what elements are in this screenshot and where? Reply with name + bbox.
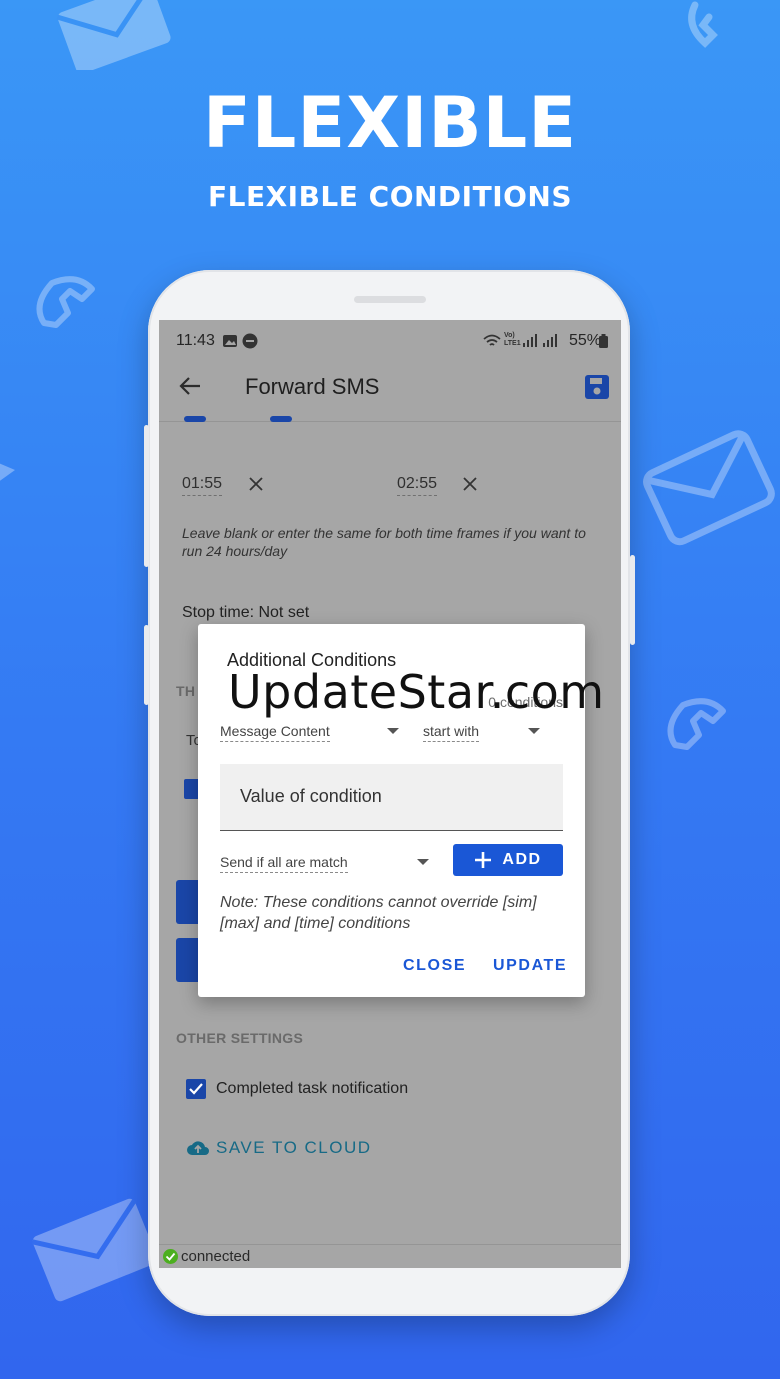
connection-status: connected: [181, 1248, 251, 1265]
phone-side-button: [630, 555, 635, 645]
section-label-partial: TH: [176, 683, 196, 699]
connected-check-icon: [163, 1249, 178, 1264]
update-button[interactable]: UPDATE: [493, 957, 567, 975]
clear-end-time-icon[interactable]: [463, 477, 477, 491]
time-hint: Leave blank or enter the same for both t…: [182, 525, 586, 559]
footer-divider: [159, 1244, 621, 1245]
volte-label: Vo) LTE1: [504, 332, 521, 347]
battery-percent: 55%: [568, 332, 601, 349]
appbar-divider: [159, 421, 621, 422]
status-time: 11:43: [176, 332, 215, 349]
condition-operator-dropdown[interactable]: start with: [423, 723, 480, 742]
phone-side-button: [144, 625, 149, 705]
wifi-icon: [483, 334, 501, 346]
envelope-icon: [643, 430, 775, 546]
chevron-down-icon[interactable]: [387, 728, 399, 734]
clear-start-time-icon[interactable]: [249, 477, 263, 491]
stop-time-field[interactable]: Stop time: Not set: [182, 604, 309, 622]
condition-value-placeholder: Value of condition: [240, 786, 382, 806]
signal-icon: [523, 334, 557, 347]
checkbox-partial[interactable]: [184, 416, 206, 422]
chevron-down-icon[interactable]: [417, 859, 429, 865]
phone-icon: [688, 1, 718, 48]
envelope-icon: [56, 0, 171, 70]
add-condition-button[interactable]: ADD: [453, 844, 563, 876]
match-mode-dropdown[interactable]: Send if all are match: [220, 854, 348, 873]
save-to-cloud-button[interactable]: SAVE TO CLOUD: [216, 1138, 372, 1158]
hero-title: FLEXIBLE: [202, 82, 578, 164]
do-not-disturb-icon: [242, 333, 258, 349]
condition-field-dropdown[interactable]: Message Content: [220, 723, 330, 742]
close-button[interactable]: CLOSE: [403, 957, 466, 975]
battery-icon: [599, 334, 608, 348]
image-icon: [223, 335, 237, 347]
floppy-save-icon[interactable]: [585, 375, 609, 399]
other-settings-label: OTHER SETTINGS: [176, 1030, 304, 1046]
chevron-down-icon[interactable]: [528, 728, 540, 734]
conditions-note: Note: These conditions cannot override […: [220, 894, 537, 932]
back-arrow-icon[interactable]: [179, 376, 201, 396]
envelope-icon: [0, 463, 15, 481]
add-label: ADD: [502, 851, 542, 868]
end-time-field[interactable]: 02:55: [397, 475, 438, 496]
page-title: Forward SMS: [245, 374, 380, 399]
envelope-icon: [31, 1198, 158, 1302]
phone-icon: [667, 698, 726, 750]
plus-icon: [475, 852, 492, 868]
phone-side-button: [144, 425, 149, 567]
start-time-field[interactable]: 01:55: [182, 475, 223, 496]
watermark: UpdateStar.com: [228, 665, 605, 719]
phone-icon: [36, 276, 95, 328]
condition-value-input[interactable]: Value of condition: [220, 764, 563, 831]
completed-task-checkbox[interactable]: [186, 1079, 206, 1099]
checkmark-icon: [189, 1083, 203, 1095]
completed-task-label: Completed task notification: [216, 1080, 409, 1097]
phone-speaker: [354, 296, 426, 303]
hero-subtitle: FLEXIBLE CONDITIONS: [207, 180, 573, 213]
cloud-upload-icon[interactable]: [186, 1138, 210, 1156]
checkbox-partial[interactable]: [270, 416, 292, 422]
